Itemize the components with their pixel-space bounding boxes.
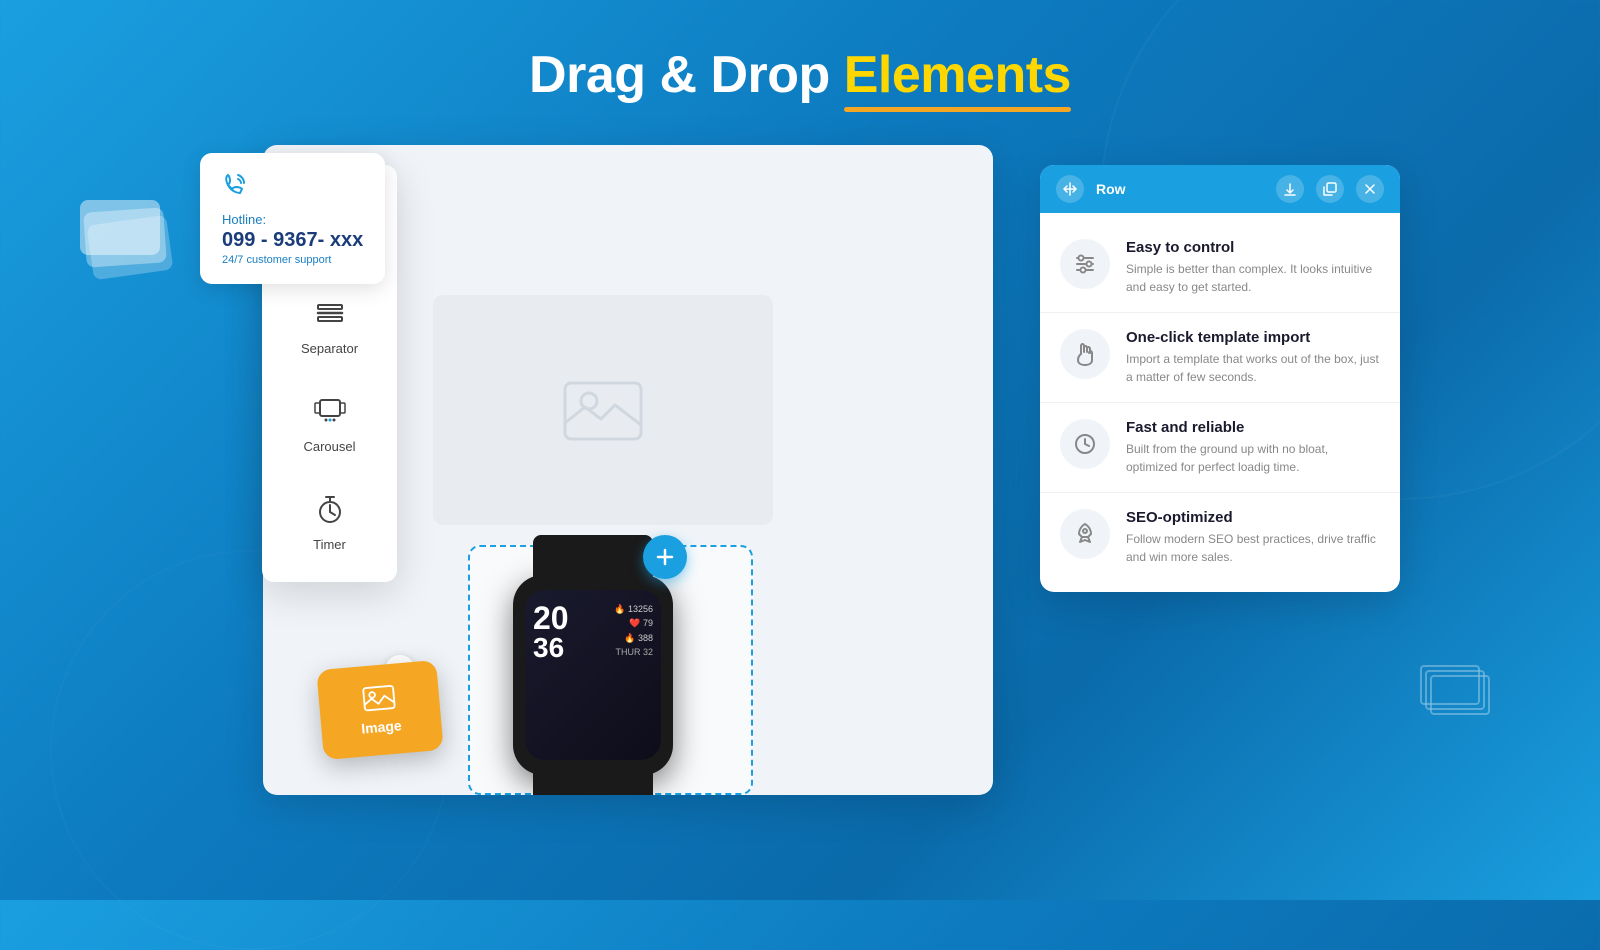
close-button[interactable] — [1356, 175, 1384, 203]
download-button[interactable] — [1276, 175, 1304, 203]
hotline-label: Hotline: — [222, 212, 363, 227]
sliders-icon — [1073, 252, 1097, 276]
fast-reliable-icon-circle — [1060, 419, 1110, 469]
move-button[interactable] — [1056, 175, 1084, 203]
fast-reliable-desc: Built from the ground up with no bloat, … — [1126, 440, 1380, 476]
separator-icon — [314, 297, 346, 329]
hand-icon — [1073, 340, 1097, 368]
fast-reliable-text: Fast and reliable Built from the ground … — [1126, 419, 1380, 476]
template-import-text: One-click template import Import a templ… — [1126, 329, 1380, 386]
timer-icon — [316, 493, 344, 525]
template-import-desc: Import a template that works out of the … — [1126, 350, 1380, 386]
hotline-support: 24/7 customer support — [222, 254, 363, 266]
hotline-number: 099 - 9367- xxx — [222, 229, 363, 252]
carousel-icon-container — [310, 391, 350, 431]
clock-icon — [1073, 432, 1097, 456]
plus-button[interactable] — [643, 535, 687, 579]
easy-control-icon-circle — [1060, 239, 1110, 289]
toolbar-row-label: Row — [1096, 181, 1126, 197]
easy-control-text: Easy to control Simple is better than co… — [1126, 239, 1380, 296]
content-area: 20 36 🔥 13256 ❤️ 79 🔥 388 THUR 32 — [0, 145, 1600, 845]
hotline-widget: Hotline: 099 - 9367- xxx 24/7 customer s… — [200, 153, 385, 284]
image-placeholder — [433, 295, 773, 525]
seo-title: SEO-optimized — [1126, 509, 1380, 526]
phone-icon — [222, 171, 250, 199]
watch-image: 20 36 🔥 13256 ❤️ 79 🔥 388 THUR 32 — [483, 545, 703, 795]
easy-control-title: Easy to control — [1126, 239, 1380, 256]
seo-desc: Follow modern SEO best practices, drive … — [1126, 530, 1380, 566]
rocket-icon — [1073, 522, 1097, 546]
fast-reliable-title: Fast and reliable — [1126, 419, 1380, 436]
sidebar-item-carousel[interactable]: Carousel — [272, 376, 387, 469]
seo-text: SEO-optimized Follow modern SEO best pra… — [1126, 509, 1380, 566]
features-panel: Row — [1040, 165, 1400, 592]
feature-item-template-import: One-click template import Import a templ… — [1040, 313, 1400, 403]
image-label: Image — [361, 717, 403, 736]
separator-icon-container — [310, 293, 350, 333]
feature-item-fast-reliable: Fast and reliable Built from the ground … — [1040, 403, 1400, 493]
page-title-area: Drag & Drop Elements — [0, 0, 1600, 105]
seo-icon-circle — [1060, 509, 1110, 559]
feature-item-easy-control: Easy to control Simple is better than co… — [1040, 223, 1400, 313]
features-toolbar: Row — [1040, 165, 1400, 213]
title-part1: Drag & Drop — [529, 46, 844, 104]
template-import-icon-circle — [1060, 329, 1110, 379]
easy-control-desc: Simple is better than complex. It looks … — [1126, 260, 1380, 296]
timer-label: Timer — [313, 537, 346, 552]
image-element-card[interactable]: Image — [316, 660, 443, 760]
copy-button[interactable] — [1316, 175, 1344, 203]
carousel-label: Carousel — [303, 439, 355, 454]
feature-item-seo: SEO-optimized Follow modern SEO best pra… — [1040, 493, 1400, 582]
sidebar-item-timer[interactable]: Timer — [272, 474, 387, 567]
sidebar-item-separator[interactable]: Separator — [272, 278, 387, 371]
separator-label: Separator — [301, 341, 358, 356]
features-list: Easy to control Simple is better than co… — [1040, 213, 1400, 592]
carousel-icon — [314, 398, 346, 424]
arrows-decoration — [1420, 665, 1500, 725]
timer-icon-container — [310, 489, 350, 529]
title-part2: Elements — [844, 46, 1071, 104]
image-element-icon — [360, 684, 398, 715]
template-import-title: One-click template import — [1126, 329, 1380, 346]
